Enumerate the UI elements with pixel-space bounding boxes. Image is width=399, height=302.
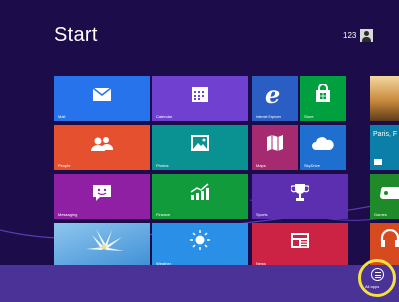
tile-skydrive[interactable]: SkyDrive	[300, 125, 346, 170]
tile-finance[interactable]: Finance	[152, 174, 248, 219]
maps-icon	[267, 135, 283, 151]
user-avatar-icon	[360, 29, 374, 42]
tile-internet-explorer[interactable]: e Internet Explorer	[252, 76, 298, 121]
all-apps-icon	[371, 268, 384, 281]
tile-label: People	[58, 163, 71, 168]
page-title: Start	[54, 24, 98, 46]
tile-weather[interactable]: Weather	[152, 223, 248, 268]
tile-games[interactable]: Games	[370, 174, 399, 219]
store-bag-icon	[316, 84, 330, 102]
internet-explorer-icon: e	[265, 80, 281, 109]
news-icon	[291, 233, 309, 248]
user-name: 123	[343, 31, 357, 40]
tile-messaging[interactable]: Messaging	[54, 174, 150, 219]
calendar-icon	[192, 87, 208, 102]
tile-label: Paris, F	[373, 131, 398, 138]
tile-sports[interactable]: Sports	[252, 174, 348, 219]
cloud-icon	[312, 137, 334, 150]
messaging-icon	[93, 185, 111, 201]
tile-desktop[interactable]	[54, 223, 150, 268]
tile-label: Maps	[256, 163, 266, 168]
all-apps-button[interactable]: All apps	[358, 259, 396, 297]
tile-label: Photos	[156, 163, 169, 168]
all-apps-label: All apps	[365, 284, 380, 289]
game-controller-icon	[380, 187, 399, 199]
flower-wallpaper-icon	[86, 229, 124, 251]
user-account[interactable]: 123	[343, 29, 374, 42]
people-icon	[91, 137, 113, 151]
trophy-icon	[291, 184, 309, 201]
tile-people[interactable]: People	[54, 125, 150, 170]
tile-travel[interactable]: Paris, F	[370, 125, 399, 170]
tile-news[interactable]: News	[252, 223, 348, 268]
tile-label: Calendar	[156, 114, 173, 119]
sun-icon	[190, 230, 210, 250]
tile-label: Store	[304, 114, 314, 119]
tile-label: Games	[374, 212, 387, 217]
app-bar	[0, 265, 399, 302]
travel-icon	[374, 159, 382, 165]
tile-landscape-photo[interactable]	[370, 76, 399, 121]
tile-label: Finance	[156, 212, 171, 217]
tile-label: Internet Explorer	[256, 115, 282, 119]
finance-chart-icon	[190, 183, 209, 200]
tile-mail[interactable]: Mail	[54, 76, 150, 121]
mail-icon	[92, 87, 112, 101]
tile-label: Mail	[58, 114, 66, 119]
headphones-icon	[380, 229, 399, 247]
tile-maps[interactable]: Maps	[252, 125, 298, 170]
tile-calendar[interactable]: Calendar	[152, 76, 248, 121]
tile-photos[interactable]: Photos	[152, 125, 248, 170]
tile-store[interactable]: Store	[300, 76, 346, 121]
tile-label: SkyDrive	[304, 163, 321, 168]
tile-label: Sports	[256, 212, 268, 217]
tile-label: Messaging	[58, 212, 78, 217]
photos-icon	[191, 135, 209, 151]
